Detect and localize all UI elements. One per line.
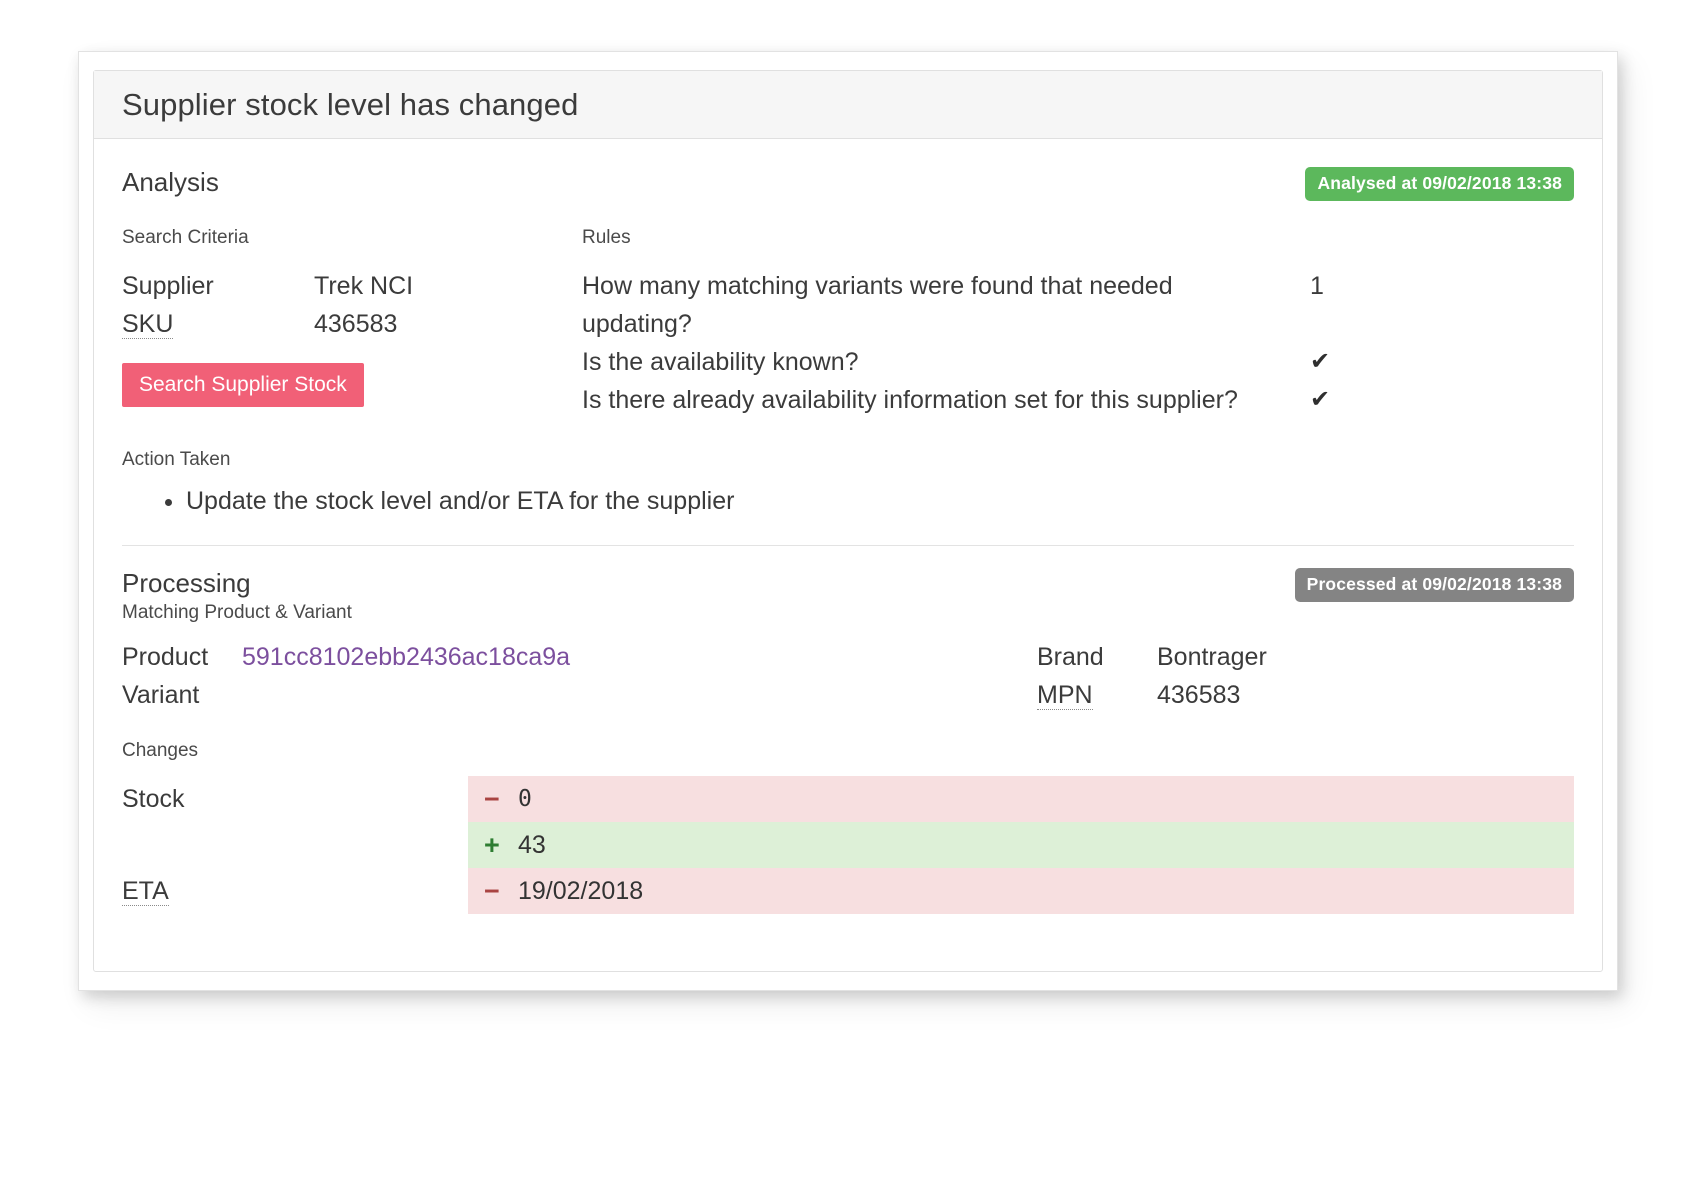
analysis-section-header: Analysis Analysed at 09/02/2018 13:38 (122, 165, 1574, 205)
rule-question: Is there already availability informatio… (582, 381, 1302, 419)
eta-key: ETA (122, 868, 468, 914)
rule-row: How many matching variants were found th… (582, 267, 1574, 343)
processing-block: Processing Processed at 09/02/2018 13:38… (122, 566, 1574, 914)
mpn-value: 436583 (1157, 676, 1240, 714)
change-row: ETA − 19/02/2018 (122, 868, 1574, 914)
search-criteria-row: Supplier Trek NCI (122, 267, 582, 305)
minus-icon: − (484, 784, 518, 815)
sku-key: SKU (122, 305, 314, 343)
sku-abbr[interactable]: SKU (122, 310, 173, 339)
search-criteria-label: Search Criteria (122, 227, 582, 249)
rule-row: Is there already availability informatio… (582, 381, 1574, 419)
stock-old-value: 0 (518, 786, 532, 812)
analysed-at-badge: Analysed at 09/02/2018 13:38 (1305, 167, 1574, 201)
change-row: Stock − 0 (122, 776, 1574, 822)
rules-list: How many matching variants were found th… (582, 267, 1574, 419)
action-taken-list: Update the stock level and/or ETA for th… (122, 481, 1574, 521)
result-card: Supplier stock level has changed Analysi… (78, 51, 1618, 991)
sku-value: 436583 (314, 305, 397, 343)
plus-icon: + (484, 830, 518, 861)
change-row: + 43 (122, 822, 1574, 868)
action-taken-label: Action Taken (122, 449, 1574, 471)
brand-row: Brand Bontrager (1037, 638, 1574, 676)
minus-icon: − (484, 876, 518, 907)
supplier-key: Supplier (122, 267, 314, 305)
brand-value: Bontrager (1157, 638, 1267, 676)
stock-added-value: + 43 (468, 822, 1574, 868)
rules-label: Rules (582, 227, 1574, 249)
panel: Supplier stock level has changed Analysi… (93, 70, 1603, 972)
rule-answer: 1 (1302, 267, 1400, 305)
action-taken-block: Action Taken Update the stock level and/… (122, 449, 1574, 521)
variant-row: Variant (122, 676, 1037, 714)
checkmark-icon: ✔ (1302, 343, 1400, 381)
changes-block: Changes Stock − 0 (122, 740, 1574, 914)
rule-question: Is the availability known? (582, 343, 1302, 381)
product-row: Product 591cc8102ebb2436ac18ca9a (122, 638, 1037, 676)
eta-removed-value: − 19/02/2018 (468, 868, 1574, 914)
matching-left-column: Product 591cc8102ebb2436ac18ca9a Variant (122, 638, 1037, 714)
processed-at-badge: Processed at 09/02/2018 13:38 (1295, 568, 1574, 602)
mpn-key: MPN (1037, 676, 1157, 714)
page-root: Supplier stock level has changed Analysi… (0, 0, 1698, 1188)
stock-removed-value: − 0 (468, 776, 1574, 822)
panel-body: Analysis Analysed at 09/02/2018 13:38 Se… (94, 139, 1602, 914)
stock-key-spacer (122, 822, 468, 868)
brand-key: Brand (1037, 638, 1157, 676)
changes-label: Changes (122, 740, 1574, 762)
page-title: Supplier stock level has changed (122, 87, 578, 123)
processing-section-header: Processing Processed at 09/02/2018 13:38 (122, 566, 1574, 606)
panel-heading: Supplier stock level has changed (94, 71, 1602, 139)
mpn-abbr[interactable]: MPN (1037, 681, 1093, 710)
rule-row: Is the availability known? ✔ (582, 343, 1574, 381)
eta-old-value: 19/02/2018 (518, 877, 643, 906)
eta-abbr[interactable]: ETA (122, 877, 169, 906)
rule-question: How many matching variants were found th… (582, 267, 1302, 343)
search-supplier-stock-button[interactable]: Search Supplier Stock (122, 363, 364, 407)
stock-new-value: 43 (518, 831, 546, 860)
product-key: Product (122, 638, 242, 676)
stock-key: Stock (122, 776, 468, 822)
variant-key: Variant (122, 676, 242, 714)
list-item: Update the stock level and/or ETA for th… (186, 481, 1574, 521)
matching-grid: Product 591cc8102ebb2436ac18ca9a Variant… (122, 638, 1574, 714)
mpn-row: MPN 436583 (1037, 676, 1574, 714)
matching-right-column: Brand Bontrager MPN 436583 (1037, 638, 1574, 714)
checkmark-icon: ✔ (1302, 381, 1400, 419)
product-id-link[interactable]: 591cc8102ebb2436ac18ca9a (242, 638, 570, 676)
changes-table: Stock − 0 + 43 (122, 776, 1574, 914)
supplier-value: Trek NCI (314, 267, 413, 305)
rules-column: Rules How many matching variants were fo… (582, 227, 1574, 419)
search-criteria-row: SKU 436583 (122, 305, 582, 343)
search-criteria-column: Search Criteria Supplier Trek NCI SKU 43… (122, 227, 582, 419)
divider (122, 545, 1574, 546)
analysis-grid: Search Criteria Supplier Trek NCI SKU 43… (122, 227, 1574, 419)
